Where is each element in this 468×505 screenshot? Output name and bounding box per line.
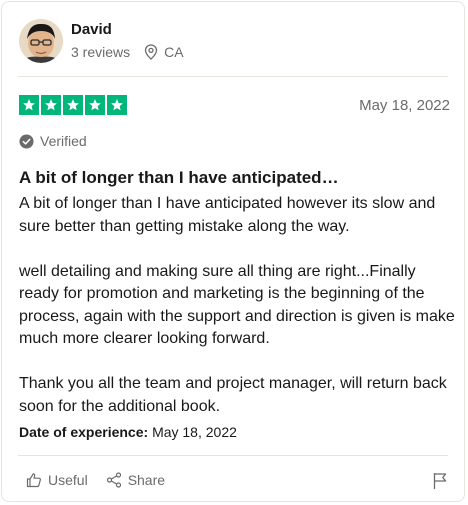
star-icon [85, 95, 105, 115]
thumbs-up-icon [26, 472, 42, 488]
verified-badge: Verified [19, 133, 87, 149]
star-icon [107, 95, 127, 115]
share-button[interactable]: Share [106, 472, 165, 488]
footer-divider [18, 455, 448, 456]
star-icon [63, 95, 83, 115]
useful-button[interactable]: Useful [26, 472, 88, 488]
review-card: David 3 reviews CA May 18, 2022 Verified… [1, 1, 465, 502]
reviewer-location: CA [164, 44, 184, 60]
header-divider [18, 76, 448, 77]
review-title[interactable]: A bit of longer than I have anticipated… [19, 168, 339, 188]
review-paragraph: A bit of longer than I have anticipated … [19, 195, 436, 235]
verified-label: Verified [40, 133, 87, 149]
reviewer-name[interactable]: David [71, 21, 112, 38]
map-pin-icon [144, 44, 158, 60]
review-date: May 18, 2022 [359, 97, 450, 114]
review-paragraph: well detailing and making sure all thing… [19, 262, 455, 348]
date-of-experience: Date of experience: May 18, 2022 [19, 424, 237, 440]
star-icon [19, 95, 39, 115]
reviewer-meta: 3 reviews CA [71, 44, 184, 60]
experience-date: May 18, 2022 [152, 424, 237, 440]
review-paragraph: Thank you all the team and project manag… [19, 375, 447, 415]
share-label: Share [127, 472, 166, 488]
experience-label: Date of experience: [19, 424, 149, 440]
useful-label: Useful [48, 472, 88, 488]
star-rating [19, 95, 127, 115]
star-icon [41, 95, 61, 115]
reviewer-avatar[interactable] [19, 19, 63, 63]
reviews-count: 3 reviews [71, 44, 131, 60]
check-circle-icon [19, 133, 34, 149]
flag-icon[interactable] [432, 472, 448, 495]
share-icon [106, 472, 122, 488]
review-actions: Useful Share [26, 472, 165, 488]
review-body: A bit of longer than I have anticipated … [19, 193, 459, 418]
